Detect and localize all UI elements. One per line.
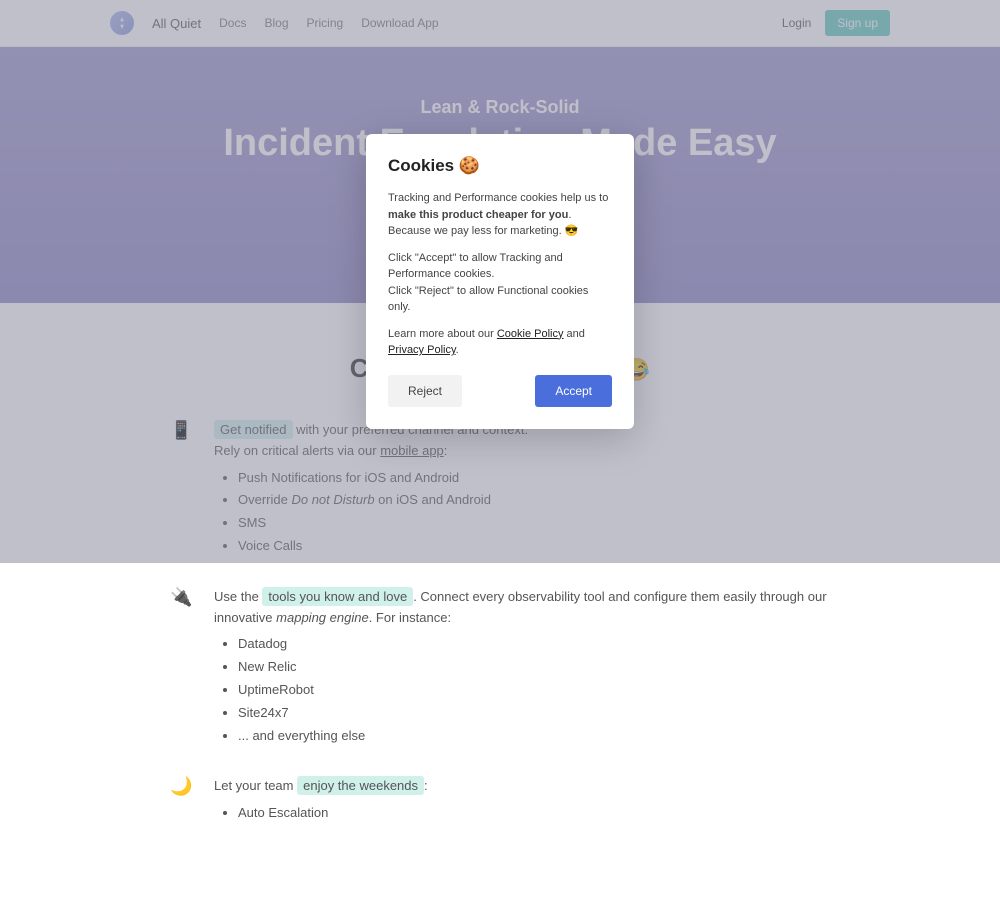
- list-item: UptimeRobot: [238, 680, 830, 701]
- accept-button[interactable]: Accept: [535, 375, 612, 407]
- modal-p2: Click "Accept" to allow Tracking and Per…: [388, 250, 612, 316]
- weekends-list: Auto Escalation: [214, 803, 830, 824]
- modal-overlay: Cookies 🍪 Tracking and Performance cooki…: [0, 0, 1000, 563]
- list-item: Auto Escalation: [238, 803, 830, 824]
- list-item: ... and everything else: [238, 726, 830, 747]
- list-item: Site24x7: [238, 703, 830, 724]
- highlight-tools: tools you know and love: [262, 587, 413, 606]
- feature-block-weekends: 🌙 Let your team enjoy the weekends: Auto…: [170, 776, 830, 826]
- modal-p3: Learn more about our Cookie Policy and P…: [388, 326, 612, 359]
- moon-icon: 🌙: [170, 776, 194, 826]
- list-item: New Relic: [238, 657, 830, 678]
- highlight-weekends: enjoy the weekends: [297, 776, 424, 795]
- cookie-modal: Cookies 🍪 Tracking and Performance cooki…: [366, 134, 634, 429]
- modal-p1: Tracking and Performance cookies help us…: [388, 190, 612, 240]
- plug-icon: 🔌: [170, 587, 194, 749]
- tools-list: Datadog New Relic UptimeRobot Site24x7 .…: [214, 634, 830, 746]
- privacy-policy-link[interactable]: Privacy Policy: [388, 344, 456, 356]
- feature-block-tools: 🔌 Use the tools you know and love. Conne…: [170, 587, 830, 749]
- modal-title: Cookies 🍪: [388, 156, 612, 176]
- cookie-policy-link[interactable]: Cookie Policy: [497, 328, 564, 340]
- reject-button[interactable]: Reject: [388, 375, 462, 407]
- list-item: Datadog: [238, 634, 830, 655]
